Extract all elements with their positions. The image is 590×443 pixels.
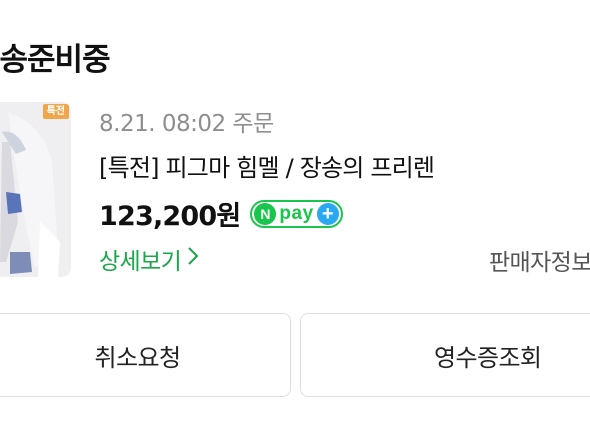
- order-date: 8.21. 08:02 주문: [99, 111, 274, 137]
- npay-n-logo: N: [254, 202, 277, 225]
- plus-icon: +: [316, 202, 339, 225]
- price-row: 123,200원 N pay +: [99, 194, 343, 233]
- npay-label: pay: [279, 202, 314, 224]
- view-details-link[interactable]: 상세보기: [99, 242, 199, 276]
- chevron-right-icon: [187, 246, 199, 272]
- order-card: 배송준비중 특전 8.21. 08:02 주문 [특전] 피그마 힘멜 / 장송…: [0, 0, 590, 443]
- price: 123,200원: [99, 201, 241, 232]
- special-badge: 특전: [42, 104, 69, 119]
- product-name[interactable]: [특전] 피그마 힘멜 / 장송의 프리렌: [99, 148, 435, 183]
- view-details-label: 상세보기: [99, 249, 182, 275]
- product-thumbnail[interactable]: 특전: [0, 102, 71, 277]
- figure-image: [0, 102, 71, 277]
- order-status-title: 배송준비중: [0, 42, 111, 78]
- receipt-view-button[interactable]: 영수증조회: [300, 313, 590, 397]
- seller-info-link[interactable]: 판매자정보: [489, 243, 590, 277]
- npay-plus-icon: N pay +: [250, 199, 343, 228]
- cancel-request-button[interactable]: 취소요청: [0, 313, 291, 397]
